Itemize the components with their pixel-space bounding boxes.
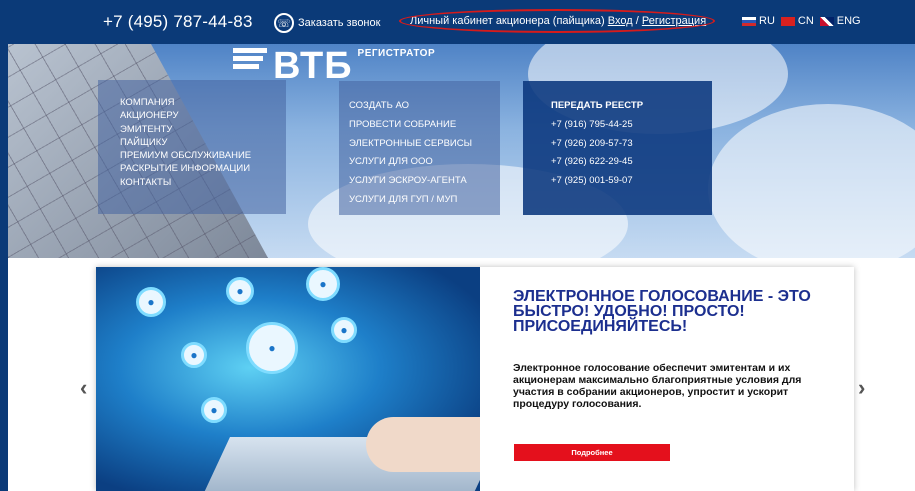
lang-eng-label: ENG — [836, 15, 861, 27]
promo-slider: ● ● ● ● ● ● ● Электронное голосование - … — [96, 267, 854, 491]
more-button[interactable]: Подробнее — [514, 444, 670, 461]
registry-phone[interactable]: +7 (925) 001-59-07 — [551, 172, 684, 191]
e-voting-illustration: ● ● ● ● ● ● ● — [96, 267, 480, 491]
lang-cn-label: CN — [797, 15, 814, 27]
russia-flag-icon — [742, 16, 756, 26]
menu-item-escrow[interactable]: УСЛУГИ ЭСКРОУ-АГЕНТА — [349, 172, 490, 191]
phone-number[interactable]: +7 (495) 787-44-83 — [103, 12, 253, 32]
callback-label: Заказать звонок — [298, 17, 381, 29]
callback-button[interactable]: ☏ Заказать звонок — [274, 13, 380, 33]
menu-item-disclosure[interactable]: РАСКРЫТИЕ ИНФОРМАЦИИ — [120, 162, 264, 175]
menu-item-hold-meeting[interactable]: ПРОВЕСТИ СОБРАНИЕ — [349, 116, 490, 135]
logo-lines-icon — [233, 48, 267, 69]
user-node-icon: ● — [331, 317, 357, 343]
phone-icon: ☏ — [274, 13, 294, 33]
menu-item-contacts[interactable]: КОНТАКТЫ — [120, 176, 264, 189]
registry-phone[interactable]: +7 (926) 622-29-45 — [551, 153, 684, 172]
menu-main-sections: КОМПАНИЯ АКЦИОНЕРУ ЭМИТЕНТУ ПАЙЩИКУ ПРЕМ… — [98, 80, 286, 214]
top-bar: +7 (495) 787-44-83 ☏ Заказать звонок Лич… — [0, 0, 915, 44]
lang-ru-label: RU — [759, 15, 775, 27]
menu-item-create-jsc[interactable]: СОЗДАТЬ АО — [349, 97, 490, 116]
highlight-oval — [399, 9, 715, 33]
hand-graphic — [366, 417, 480, 472]
menu-item-issuer[interactable]: ЭМИТЕНТУ — [120, 123, 264, 136]
registry-phone[interactable]: +7 (926) 209-57-73 — [551, 135, 684, 154]
china-flag-icon — [780, 16, 795, 26]
menu-item-transfer-registry[interactable]: ПЕРЕДАТЬ РЕЕСТР — [551, 97, 684, 116]
user-node-icon: ● — [306, 267, 340, 301]
user-node-icon: ● — [136, 287, 166, 317]
user-node-icon: ● — [246, 322, 298, 374]
slide-description: Электронное голосование обеспечит эмитен… — [513, 362, 802, 410]
lang-cn[interactable]: CN — [780, 15, 814, 27]
menu-transfer-registry: ПЕРЕДАТЬ РЕЕСТР +7 (916) 795-44-25 +7 (9… — [523, 81, 712, 215]
uk-flag-icon — [819, 16, 834, 26]
slide-title: Электронное голосование - это быстро! Уд… — [513, 288, 811, 335]
menu-item-e-services[interactable]: ЭЛЕКТРОННЫЕ СЕРВИСЫ — [349, 135, 490, 154]
user-node-icon: ● — [201, 397, 227, 423]
user-node-icon: ● — [226, 277, 254, 305]
lang-eng[interactable]: ENG — [819, 15, 861, 27]
menu-item-premium[interactable]: ПРЕМИУМ ОБСЛУЖИВАНИЕ — [120, 149, 264, 162]
menu-item-llc-services[interactable]: УСЛУГИ ДЛЯ ООО — [349, 153, 490, 172]
menu-item-shareholder[interactable]: АКЦИОНЕРУ — [120, 109, 264, 122]
logo-sub-text: РЕГИСТРАТОР — [357, 48, 436, 59]
lang-ru[interactable]: RU — [742, 15, 775, 27]
menu-item-company[interactable]: КОМПАНИЯ — [120, 96, 264, 109]
user-node-icon: ● — [181, 342, 207, 368]
hero-banner: ВТБ РЕГИСТРАТОР КОМПАНИЯ АКЦИОНЕРУ ЭМИТЕ… — [8, 44, 915, 258]
language-switcher: RU CN ENG — [742, 15, 861, 27]
slider-prev-arrow[interactable]: ‹ — [80, 375, 87, 401]
cloud-decoration — [708, 104, 915, 258]
registry-phone[interactable]: +7 (916) 795-44-25 — [551, 116, 684, 135]
left-border — [0, 0, 8, 491]
menu-item-unitholder[interactable]: ПАЙЩИКУ — [120, 136, 264, 149]
slider-next-arrow[interactable]: › — [858, 375, 865, 401]
menu-services: СОЗДАТЬ АО ПРОВЕСТИ СОБРАНИЕ ЭЛЕКТРОННЫЕ… — [339, 81, 500, 215]
menu-item-gup-mup[interactable]: УСЛУГИ ДЛЯ ГУП / МУП — [349, 191, 490, 210]
